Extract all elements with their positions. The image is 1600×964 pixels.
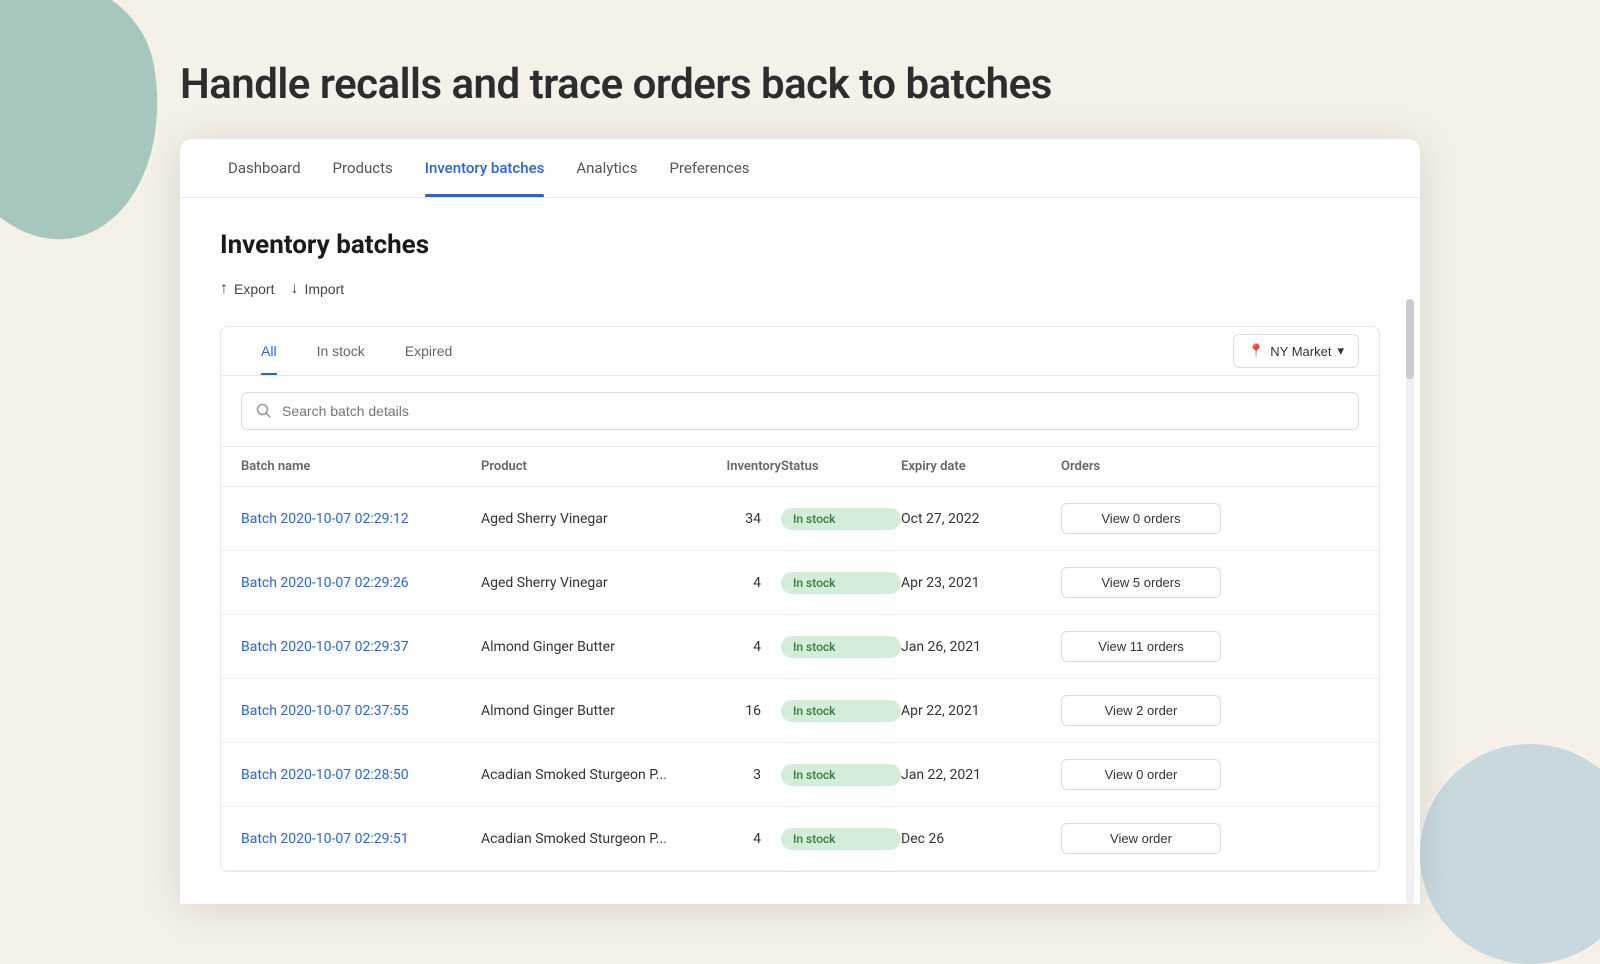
product-name: Almond Ginger Butter xyxy=(481,639,681,655)
content-area: Inventory batches ↑ Export ↓ Import AllI… xyxy=(180,198,1420,904)
view-orders-button[interactable]: View order xyxy=(1061,823,1221,854)
view-orders-button[interactable]: View 11 orders xyxy=(1061,631,1221,662)
expiry-date: Jan 22, 2021 xyxy=(901,767,1061,783)
filter-tabs-row: AllIn stockExpired 📍 NY Market ▾ xyxy=(221,327,1379,376)
page-title: Inventory batches xyxy=(220,230,1380,260)
batch-link[interactable]: Batch 2020-10-07 02:28:50 xyxy=(241,767,481,783)
table-row: Batch 2020-10-07 02:29:12 Aged Sherry Vi… xyxy=(221,487,1379,551)
nav-item-dashboard[interactable]: Dashboard xyxy=(212,139,317,197)
table-row: Batch 2020-10-07 02:29:26 Aged Sherry Vi… xyxy=(221,551,1379,615)
status-badge: In stock xyxy=(781,572,901,594)
inventory-count: 3 xyxy=(681,767,781,783)
table-header: Batch name Product Inventory Status Expi… xyxy=(221,447,1379,487)
filter-tab-expired[interactable]: Expired xyxy=(385,327,472,375)
action-buttons: ↑ Export ↓ Import xyxy=(220,276,1380,302)
product-name: Acadian Smoked Sturgeon P... xyxy=(481,831,681,847)
search-row xyxy=(221,376,1379,447)
product-name: Almond Ginger Butter xyxy=(481,703,681,719)
nav-item-inventory-batches[interactable]: Inventory batches xyxy=(409,139,561,197)
view-orders-button[interactable]: View 2 order xyxy=(1061,695,1221,726)
table-rows: Batch 2020-10-07 02:29:12 Aged Sherry Vi… xyxy=(221,487,1379,871)
batch-link[interactable]: Batch 2020-10-07 02:29:51 xyxy=(241,831,481,847)
view-orders-button[interactable]: View 0 order xyxy=(1061,759,1221,790)
import-icon: ↓ xyxy=(290,280,298,298)
product-name: Aged Sherry Vinegar xyxy=(481,575,681,591)
status-badge: In stock xyxy=(781,828,901,850)
chevron-down-icon: ▾ xyxy=(1337,343,1344,359)
filter-section: AllIn stockExpired 📍 NY Market ▾ xyxy=(220,326,1380,872)
export-label: Export xyxy=(234,281,274,297)
nav-item-analytics[interactable]: Analytics xyxy=(560,139,653,197)
batch-link[interactable]: Batch 2020-10-07 02:29:12 xyxy=(241,511,481,527)
filter-tab-all[interactable]: All xyxy=(241,327,297,375)
status-badge: In stock xyxy=(781,508,901,530)
col-orders: Orders xyxy=(1061,459,1221,474)
nav-item-products[interactable]: Products xyxy=(317,139,409,197)
inventory-count: 4 xyxy=(681,575,781,591)
scrollbar-thumb[interactable] xyxy=(1406,299,1414,379)
inventory-count: 16 xyxy=(681,703,781,719)
view-orders-button[interactable]: View 0 orders xyxy=(1061,503,1221,534)
table-row: Batch 2020-10-07 02:29:51 Acadian Smoked… xyxy=(221,807,1379,871)
market-selector-button[interactable]: 📍 NY Market ▾ xyxy=(1233,334,1359,368)
inventory-count: 4 xyxy=(681,831,781,847)
nav-item-preferences[interactable]: Preferences xyxy=(653,139,765,197)
filter-tabs: AllIn stockExpired xyxy=(241,327,472,375)
main-heading: Handle recalls and trace orders back to … xyxy=(0,0,1600,139)
col-product: Product xyxy=(481,459,681,474)
expiry-date: Jan 26, 2021 xyxy=(901,639,1061,655)
view-orders-button[interactable]: View 5 orders xyxy=(1061,567,1221,598)
product-name: Aged Sherry Vinegar xyxy=(481,511,681,527)
col-inventory: Inventory xyxy=(681,459,781,474)
product-name: Acadian Smoked Sturgeon P... xyxy=(481,767,681,783)
batch-link[interactable]: Batch 2020-10-07 02:29:37 xyxy=(241,639,481,655)
table-row: Batch 2020-10-07 02:37:55 Almond Ginger … xyxy=(221,679,1379,743)
filter-tab-in-stock[interactable]: In stock xyxy=(297,327,385,375)
status-badge: In stock xyxy=(781,636,901,658)
search-input[interactable] xyxy=(282,403,1344,419)
search-wrap xyxy=(241,392,1359,430)
expiry-date: Dec 26 xyxy=(901,831,1061,847)
export-button[interactable]: ↑ Export xyxy=(220,276,274,302)
col-expiry-date: Expiry date xyxy=(901,459,1061,474)
batch-link[interactable]: Batch 2020-10-07 02:37:55 xyxy=(241,703,481,719)
expiry-date: Apr 22, 2021 xyxy=(901,703,1061,719)
col-status: Status xyxy=(781,459,901,474)
app-window: DashboardProductsInventory batchesAnalyt… xyxy=(180,139,1420,904)
import-button[interactable]: ↓ Import xyxy=(290,276,344,302)
scrollbar-track[interactable] xyxy=(1406,299,1414,904)
inventory-count: 34 xyxy=(681,511,781,527)
decorative-blue-shape xyxy=(1420,744,1600,964)
expiry-date: Oct 27, 2022 xyxy=(901,511,1061,527)
nav-bar: DashboardProductsInventory batchesAnalyt… xyxy=(180,139,1420,198)
table-row: Batch 2020-10-07 02:29:37 Almond Ginger … xyxy=(221,615,1379,679)
batch-link[interactable]: Batch 2020-10-07 02:29:26 xyxy=(241,575,481,591)
status-badge: In stock xyxy=(781,700,901,722)
inventory-count: 4 xyxy=(681,639,781,655)
export-icon: ↑ xyxy=(220,280,228,298)
location-icon: 📍 xyxy=(1248,343,1264,359)
table-row: Batch 2020-10-07 02:28:50 Acadian Smoked… xyxy=(221,743,1379,807)
import-label: Import xyxy=(304,281,344,297)
expiry-date: Apr 23, 2021 xyxy=(901,575,1061,591)
col-batch-name: Batch name xyxy=(241,459,481,474)
market-label: NY Market xyxy=(1270,344,1331,359)
search-icon xyxy=(256,403,272,419)
status-badge: In stock xyxy=(781,764,901,786)
